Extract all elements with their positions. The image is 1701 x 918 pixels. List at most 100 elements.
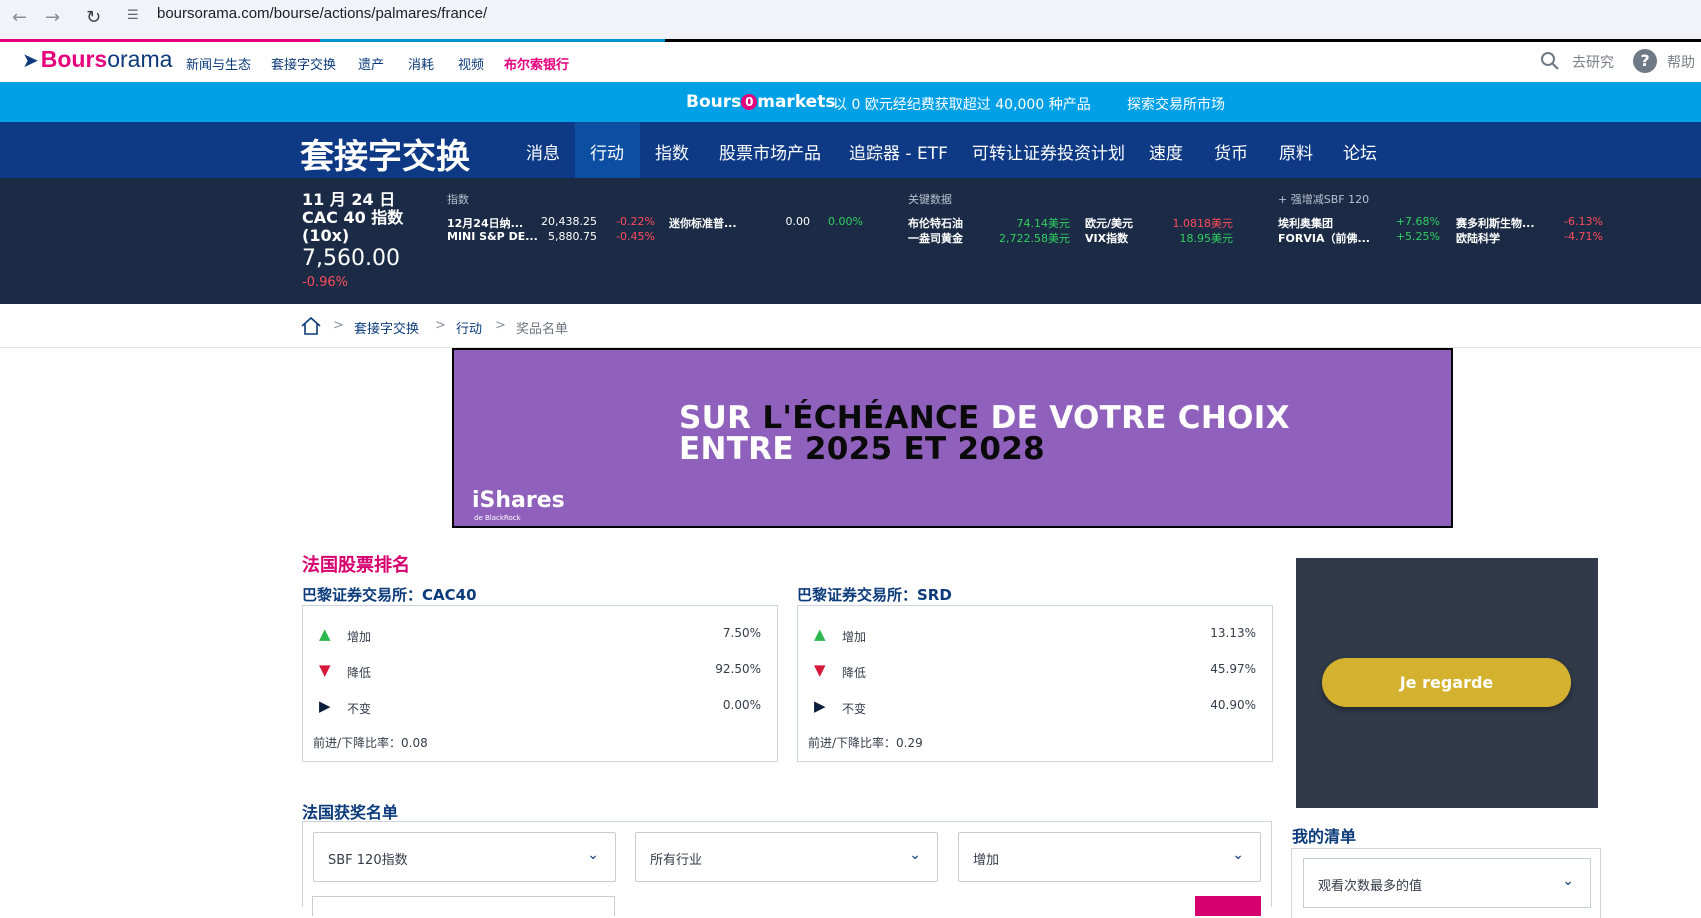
promo-link[interactable]: 探索交易所市场 [1127,94,1225,114]
index-change: -0.22% [616,215,655,228]
chevron-right-icon: > [333,318,344,333]
back-icon[interactable]: ← [12,7,27,28]
home-icon[interactable] [300,316,322,336]
chevron-down-icon: ⌄ [587,847,599,863]
key-data-name[interactable]: 一盎司黄金 [908,230,963,246]
mainnav-item-stocks[interactable]: 行动 [590,139,624,164]
topnav-item-video[interactable]: 视频 [458,54,484,73]
submit-button[interactable] [1195,896,1261,916]
key-data-value: 1.0818美元 [1172,217,1234,230]
mover-name[interactable]: 赛多利斯生物... [1456,215,1535,231]
promo-text: 以 0 欧元经纪费获取超过 40,000 种产品 [833,97,1091,113]
page-section-title[interactable]: 套接字交换 [300,129,470,178]
key-data-heading: 关键数据 [908,193,952,206]
arrow-right-icon: ▶ [319,697,331,715]
forward-icon[interactable]: → [45,7,60,28]
ad-headline: SUR L'ÉCHÉANCE DE VOTRE CHOIX ENTRE 2025… [679,400,1290,467]
topnav-item-exchange[interactable]: 套接字交换 [271,54,336,73]
cac40-future-title[interactable]: 11 月 24 日 CAC 40 指数 (10x) [302,191,422,245]
breadth-row-down: ▼ 降低 92.50% [319,661,761,680]
topnav-item-consumption[interactable]: 消耗 [408,54,434,73]
watch-button[interactable]: Je regarde [1322,658,1571,707]
mainnav-item-currencies[interactable]: 货币 [1214,139,1248,164]
ad-banner[interactable]: SUR L'ÉCHÉANCE DE VOTRE CHOIX ENTRE 2025… [452,348,1453,528]
key-data-value: 18.95美元 [1179,232,1234,245]
arrow-down-icon: ▼ [814,661,826,679]
sector-select[interactable]: 所有行业 ⌄ [635,832,938,882]
browser-toolbar: ← → ↻ ☰ boursorama.com/bourse/actions/pa… [0,0,1701,40]
market-ticker: 11 月 24 日 CAC 40 指数 (10x) 7,560.00 -0.96… [0,178,1701,304]
mover-name[interactable]: FORVIA（前佛... [1278,230,1370,246]
help-icon[interactable]: ? [1633,49,1657,73]
topnav-item-news[interactable]: 新闻与生态 [186,54,251,73]
watchlist-select[interactable]: 观看次数最多的值 ⌄ [1303,858,1591,908]
top-nav: ➤Boursorama 新闻与生态 套接字交换 遗产 消耗 视频 布尔索银行 去… [0,42,1701,82]
mover-change: +7.68% [1395,215,1440,228]
boursomarkets-logo: Bours 0 markets [686,92,836,112]
index-select[interactable]: SBF 120指数 ⌄ [313,832,616,882]
mainnav-item-indices[interactable]: 指数 [655,139,689,164]
index-name[interactable]: 迷你标准普... [669,215,737,231]
help-label[interactable]: 帮助 [1667,52,1695,72]
mover-name[interactable]: 欧陆科学 [1456,230,1500,246]
ishares-logo: iShares [472,488,565,513]
chevron-down-icon: ⌄ [1562,873,1574,889]
breadcrumb: > 套接字交换 > 行动 > 奖品名单 [0,304,1701,348]
mover-name[interactable]: 埃利奥集团 [1278,215,1333,231]
search-field[interactable] [312,896,615,916]
boursorama-logo[interactable]: ➤Boursorama [22,46,172,73]
promo-bar: Bours 0 markets 以 0 欧元经纪费获取超过 40,000 种产品 探… [0,82,1701,122]
mover-change: +5.25% [1395,230,1440,243]
mainnav-item-rates[interactable]: 速度 [1149,139,1183,164]
breadcrumb-item[interactable]: 行动 [456,318,482,337]
site-settings-icon[interactable]: ☰ [127,8,139,23]
mainnav-item-funds[interactable]: 可转让证券投资计划 [972,139,1125,164]
key-data-name[interactable]: 欧元/美元 [1085,215,1133,231]
key-data-name[interactable]: 布伦特石油 [908,215,963,231]
watchlist-title: 我的清单 [1292,827,1357,846]
breadcrumb-item[interactable]: 套接字交换 [354,318,419,337]
mainnav-item-forum[interactable]: 论坛 [1343,139,1377,164]
mainnav-item-news[interactable]: 消息 [526,139,560,164]
mainnav-item-commodities[interactable]: 原料 [1279,139,1313,164]
mover-change: -4.71% [1564,230,1603,243]
advance-decline-ratio: 前进/下降比率：0.08 [313,736,428,750]
topnav-item-heritage[interactable]: 遗产 [358,54,384,73]
breadth-row-flat: ▶ 不变 40.90% [814,697,1256,716]
chevron-right-icon: > [495,318,506,333]
cac40-change: -0.96% [302,275,348,290]
index-value: 20,438.25 [541,215,597,228]
cac40-breadth-box: ▲ 增加 7.50% ▼ 降低 92.50% ▶ 不变 0.00% 前进/下降比… [302,605,778,762]
address-bar[interactable]: boursorama.com/bourse/actions/palmares/f… [157,5,487,22]
index-change: -0.45% [616,230,655,243]
arrow-right-icon: ▶ [814,697,826,715]
mover-change: -6.13% [1564,215,1603,228]
srd-ranking-title: 巴黎证券交易所：SRD [797,586,952,604]
arrow-up-icon: ▲ [814,625,826,643]
video-promo-box: Je regarde [1296,558,1598,808]
search-icon[interactable] [1540,51,1560,71]
key-data-value: 74.14美元 [1016,217,1071,230]
index-change: 0.00% [828,215,863,228]
key-data-name[interactable]: VIX指数 [1085,230,1128,246]
chevron-right-icon: > [435,318,446,333]
srd-breadth-box: ▲ 增加 13.13% ▼ 降低 45.97% ▶ 不变 40.90% 前进/下… [797,605,1273,762]
mainnav-item-etf[interactable]: 追踪器 - ETF [849,139,948,164]
main-nav: 套接字交换 消息 行动 指数 股票市场产品 追踪器 - ETF 可转让证券投资计… [0,122,1701,178]
mainnav-item-products[interactable]: 股票市场产品 [719,139,821,164]
indices-heading: 指数 [447,193,469,206]
index-name[interactable]: 12月24日纳... [447,215,523,231]
arrow-up-icon: ▲ [319,625,331,643]
search-label[interactable]: 去研究 [1572,52,1614,72]
key-data-value: 2,722.58美元 [999,232,1070,245]
ranking-title: 法国股票排名 [302,555,410,576]
advance-decline-ratio: 前进/下降比率：0.29 [808,736,923,750]
variation-select[interactable]: 增加 ⌄ [958,832,1261,882]
topnav-item-bank[interactable]: 布尔索银行 [504,54,569,73]
chevron-down-icon: ⌄ [1232,847,1244,863]
index-name[interactable]: MINI S&P DE... [447,230,538,243]
reload-icon[interactable]: ↻ [86,7,101,28]
logo-arrow-icon: ➤ [22,50,39,72]
cac40-ranking-title: 巴黎证券交易所：CAC40 [302,586,477,604]
index-value: 5,880.75 [548,230,597,243]
